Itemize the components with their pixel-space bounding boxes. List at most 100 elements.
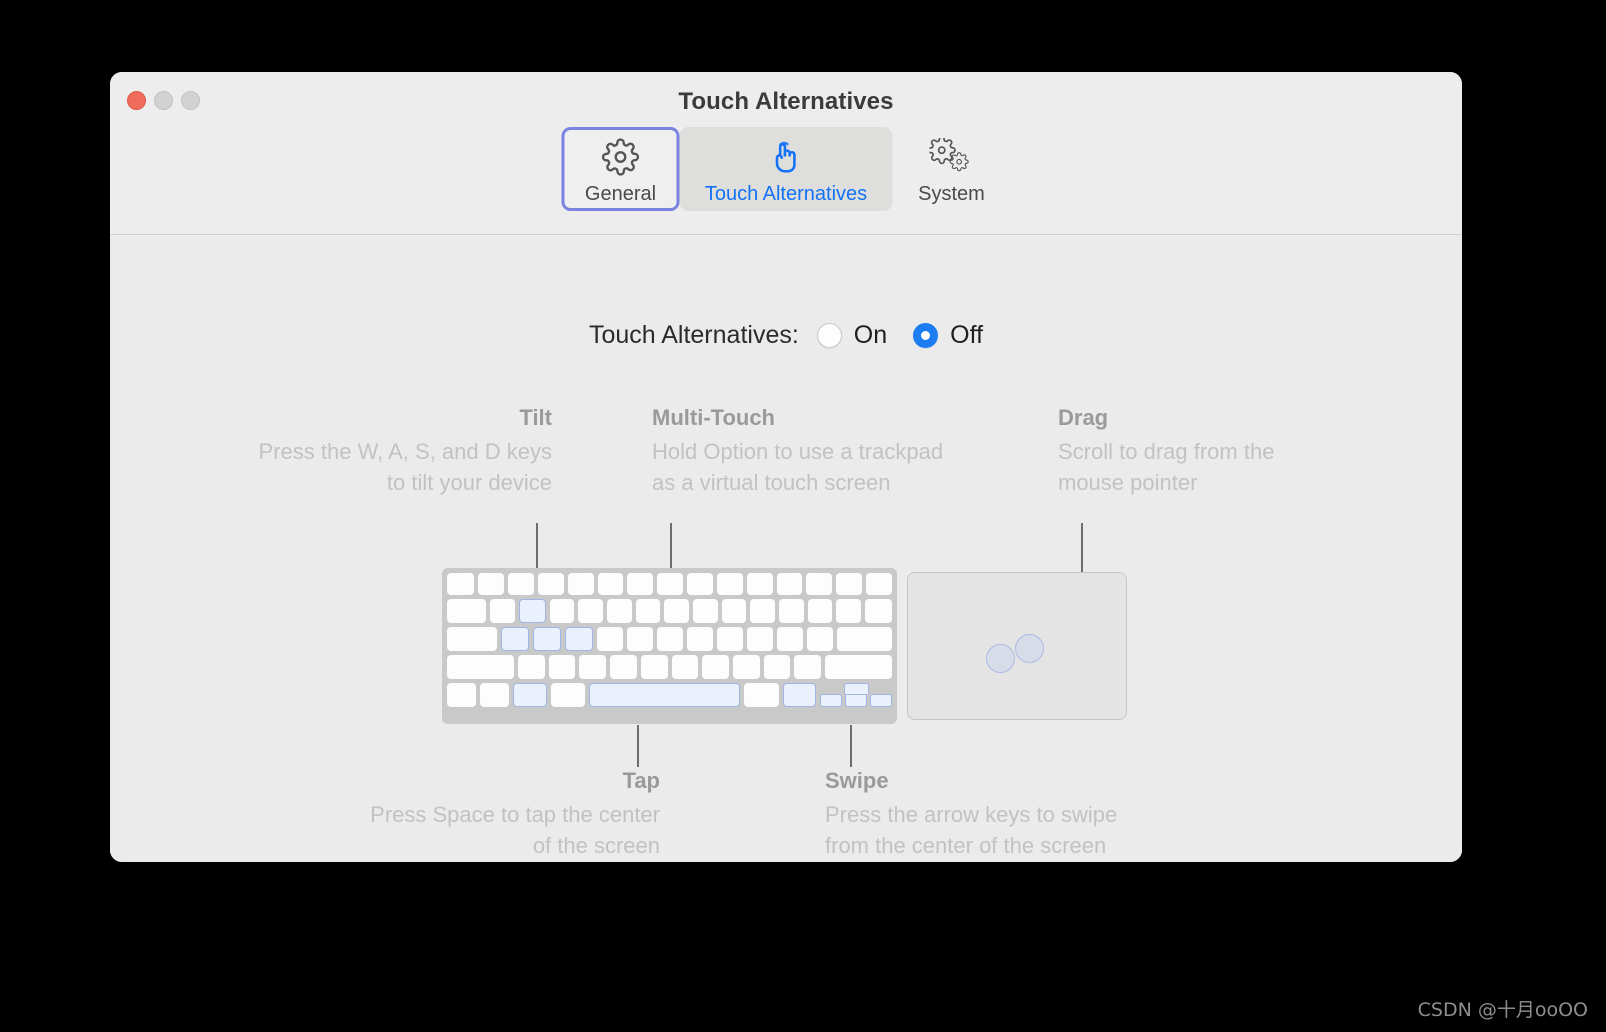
key-s-highlighted [532, 627, 561, 651]
radio-off-label: Off [950, 321, 984, 349]
key [567, 573, 594, 595]
key-y [635, 599, 661, 623]
key-a-highlighted [500, 627, 529, 651]
window-title: Touch Alternatives [678, 88, 894, 115]
key-w-highlighted [519, 599, 546, 623]
arrow-key-cluster [820, 683, 893, 707]
annotation-swipe-description: Press the arrow keys to swipe from the c… [825, 802, 1118, 858]
key-arrow-down-highlighted [845, 694, 868, 707]
annotation-drag-title: Drag [1058, 405, 1109, 430]
window-titlebar: Touch Alternatives General Touch Alterna… [110, 72, 1462, 235]
key [746, 573, 773, 595]
key-shift-right [825, 655, 892, 679]
key [807, 599, 833, 623]
key [779, 599, 804, 623]
key-j [686, 627, 713, 651]
tab-system[interactable]: System [893, 127, 1011, 211]
annotation-drag: Drag Scroll to drag from the mouse point… [1058, 405, 1378, 498]
key-arrow-left-highlighted [820, 694, 843, 707]
radio-off-dot[interactable] [913, 323, 939, 348]
key-return [837, 627, 892, 651]
key-tab [447, 599, 487, 623]
key [806, 573, 833, 595]
radio-option-on[interactable]: On [816, 321, 887, 350]
key-command-left [550, 683, 586, 707]
radio-option-off[interactable]: Off [913, 321, 983, 350]
radio-on-dot[interactable] [816, 323, 842, 348]
key-option-right-highlighted [782, 683, 817, 707]
key-f [596, 627, 623, 651]
keyboard-row-bottom [447, 683, 893, 707]
leader-line-tap [637, 725, 639, 767]
keyboard-diagram [442, 568, 897, 724]
annotation-swipe-title: Swipe [825, 768, 889, 793]
annotation-tilt-description: Press the W, A, S, and D keys to tilt yo… [258, 439, 552, 495]
key-h [656, 627, 683, 651]
finger-circle-2 [1015, 634, 1044, 663]
keyboard-row-qwerty [447, 599, 893, 623]
key [732, 655, 760, 679]
tab-general-label: General [584, 183, 657, 205]
key-fn [447, 683, 476, 707]
gear-icon [601, 137, 640, 177]
key-option-left-highlighted [512, 683, 547, 707]
key-g [626, 627, 653, 651]
key [627, 573, 654, 595]
key-shift-left [447, 655, 514, 679]
keyboard-row-shift [447, 655, 892, 679]
key [866, 573, 892, 595]
key [597, 573, 624, 595]
annotation-tilt-title: Tilt [519, 405, 552, 430]
watermark: CSDN @十月ooOO [1417, 999, 1588, 1021]
key-control [479, 683, 509, 707]
key-e [549, 599, 575, 623]
key-b [640, 655, 668, 679]
tab-general[interactable]: General [561, 127, 680, 211]
tab-touch-alternatives-label: Touch Alternatives [704, 183, 868, 205]
toolbar-tabs: General Touch Alternatives System [561, 127, 1011, 211]
key-capslock [447, 627, 497, 651]
annotation-tilt: Tilt Press the W, A, S, and D keys to ti… [202, 405, 552, 498]
arrow-bottom-row [820, 694, 893, 707]
key [716, 573, 743, 595]
arrow-up-row [820, 683, 892, 694]
key-x [548, 655, 576, 679]
key-arrow-right-highlighted [870, 694, 893, 707]
key [447, 573, 475, 595]
key [507, 573, 534, 595]
key-p [750, 599, 775, 623]
touch-pointer-icon [767, 137, 805, 177]
key [807, 627, 834, 651]
key [777, 627, 804, 651]
key-o [721, 599, 747, 623]
key-u [664, 599, 690, 623]
key-z [517, 655, 545, 679]
key-i [693, 599, 718, 623]
keyboard-row-function [447, 573, 892, 595]
settings-window: Touch Alternatives General Touch Alterna… [110, 72, 1462, 862]
key [836, 573, 863, 595]
key-k [716, 627, 744, 651]
key-v [610, 655, 637, 679]
key-command-right [744, 683, 779, 707]
screen: Touch Alternatives General Touch Alterna… [0, 0, 1606, 1032]
settings-content: Touch Alternatives: On Off Tilt Press th… [110, 235, 1462, 862]
key [763, 655, 791, 679]
annotation-tap-title: Tap [622, 768, 660, 793]
tab-system-label: System [918, 183, 985, 205]
key-space-highlighted [589, 683, 741, 707]
key [794, 655, 822, 679]
annotation-tap-description: Press Space to tap the center of the scr… [370, 802, 660, 858]
key [836, 599, 861, 623]
key-d-highlighted [564, 627, 593, 651]
setting-label: Touch Alternatives: [588, 321, 799, 349]
tab-touch-alternatives[interactable]: Touch Alternatives [679, 127, 893, 211]
annotation-multi-touch: Multi-Touch Hold Option to use a trackpa… [652, 405, 1022, 498]
touch-alternatives-setting-row: Touch Alternatives: On Off [110, 321, 1462, 350]
key-m [702, 655, 729, 679]
key-l [747, 627, 774, 651]
annotation-tap: Tap Press Space to tap the center of the… [298, 768, 660, 861]
trackpad-diagram [907, 572, 1127, 720]
key-arrow-up-highlighted [843, 683, 869, 694]
key [478, 573, 504, 595]
